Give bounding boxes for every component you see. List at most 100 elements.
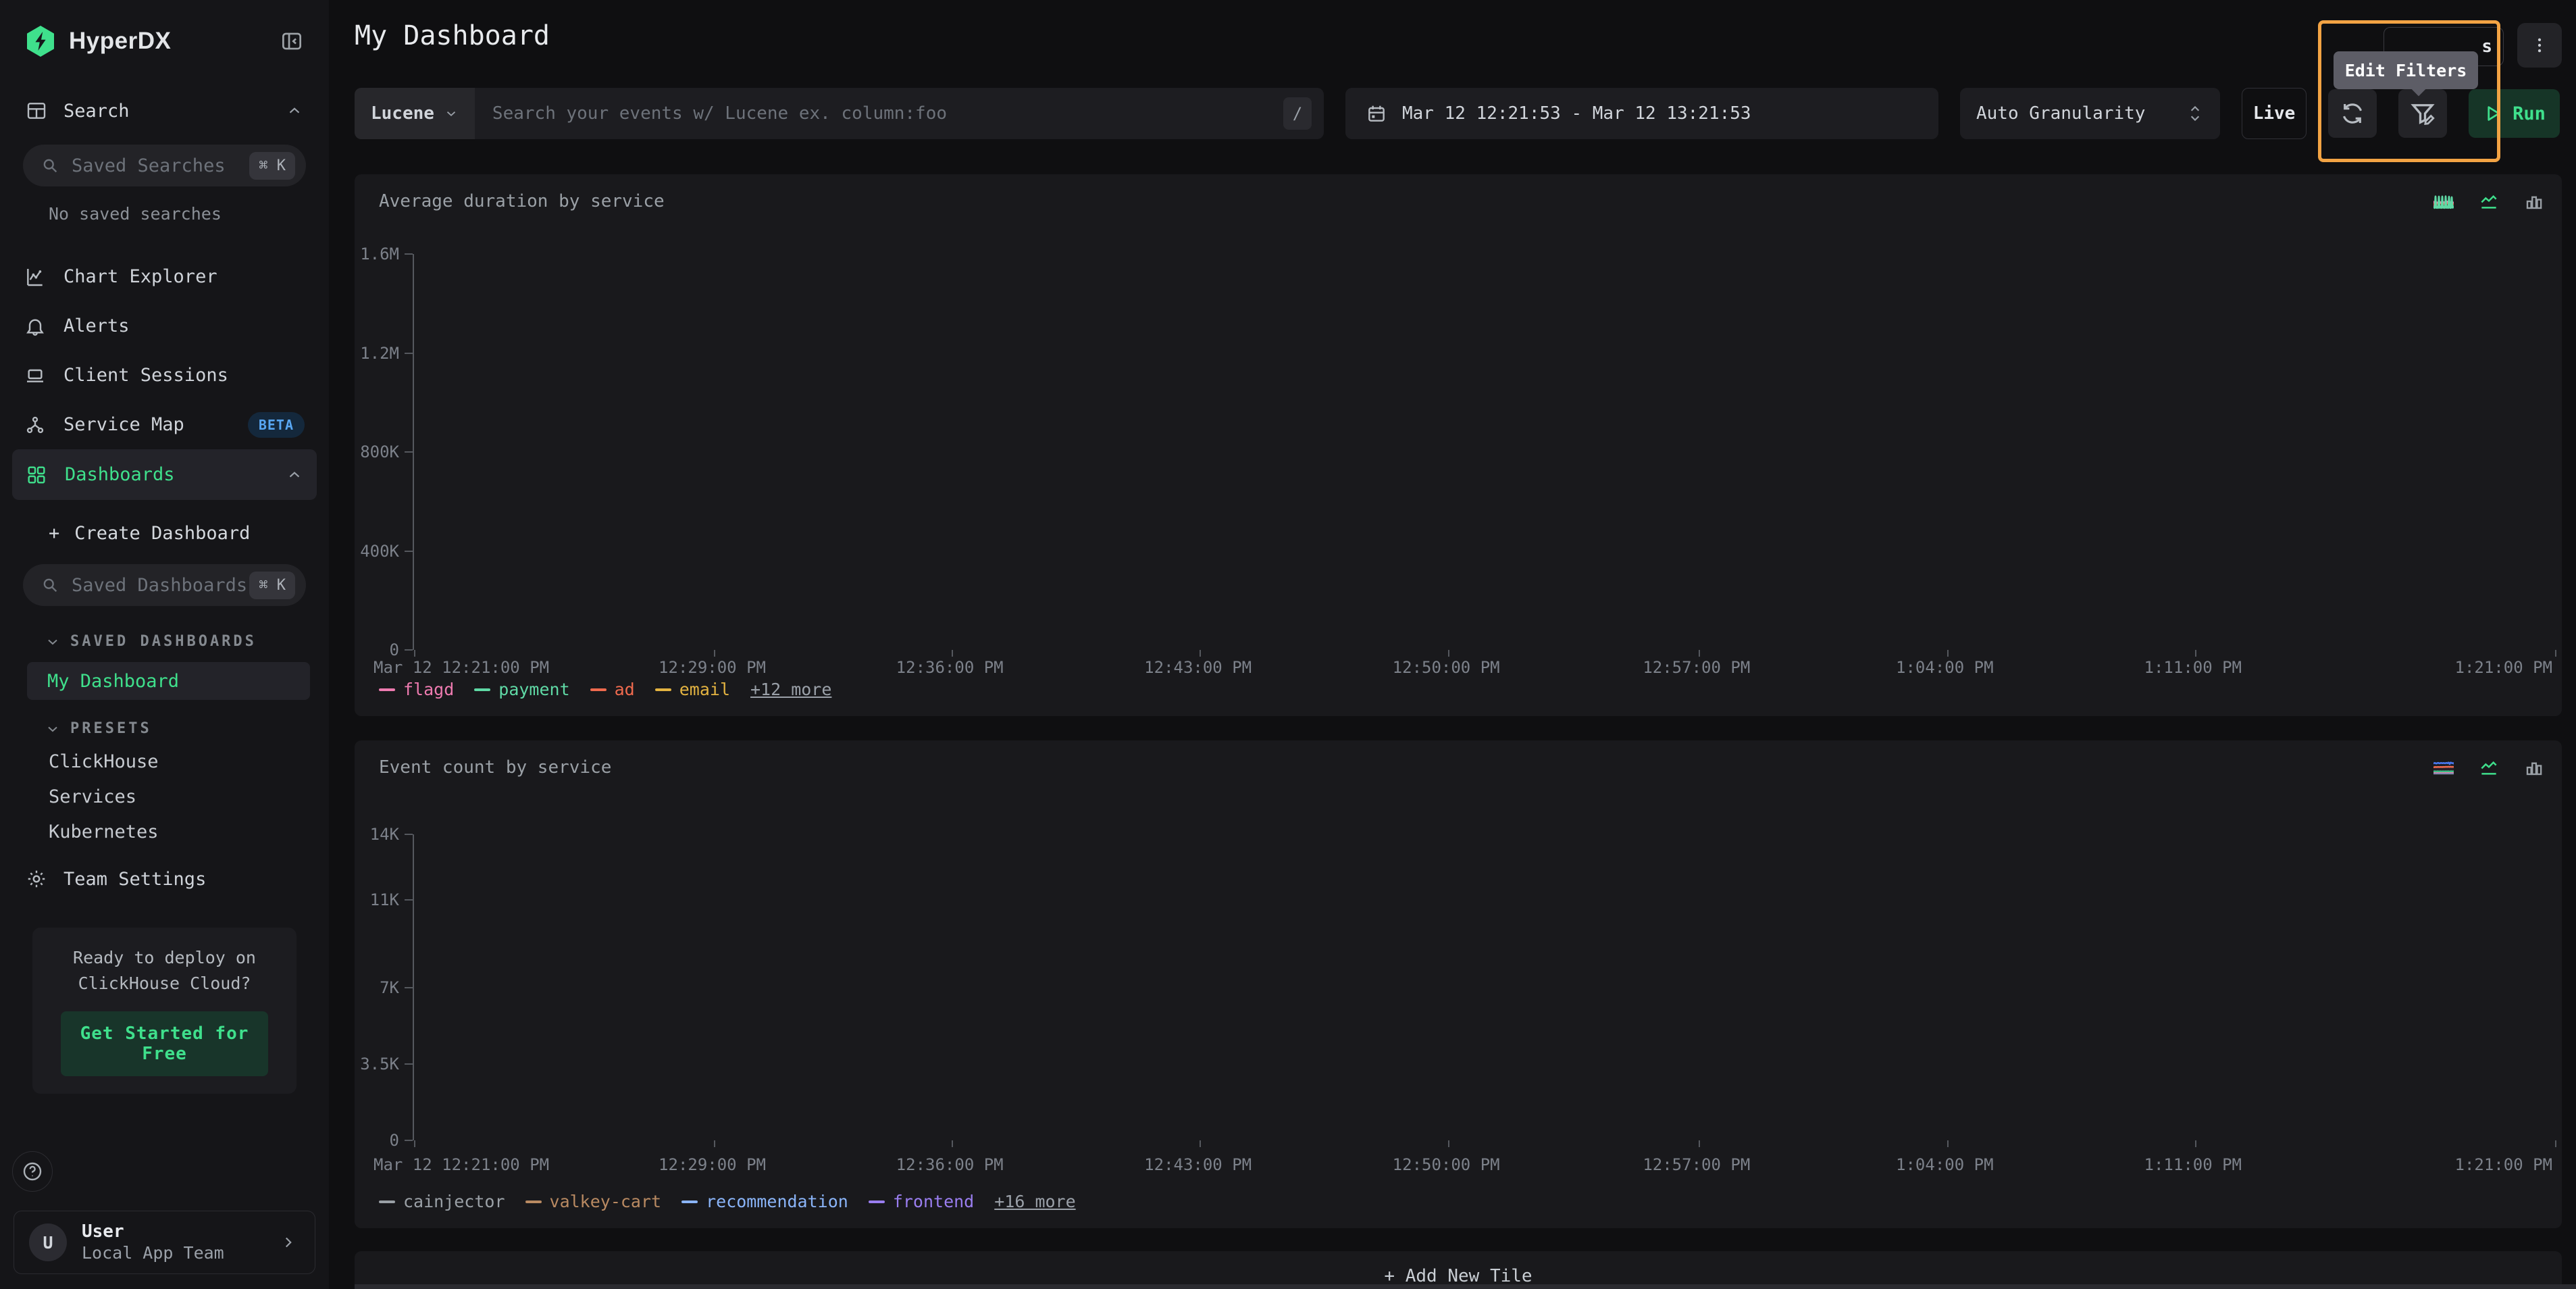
search-section-label: Search xyxy=(63,101,130,122)
y-tick-label: 0 xyxy=(390,640,413,659)
legend-swatch xyxy=(379,688,395,691)
legend-item[interactable]: recommendation xyxy=(681,1192,848,1211)
legend-item[interactable]: valkey-cart xyxy=(525,1192,662,1211)
clickhouse-cloud-card: Ready to deploy on ClickHouse Cloud? Get… xyxy=(32,928,297,1094)
preset-item-services[interactable]: Services xyxy=(49,779,329,814)
user-name: User xyxy=(82,1221,224,1242)
x-tick-label: 1:11:00 PM xyxy=(2144,658,2242,677)
preset-item-kubernetes[interactable]: Kubernetes xyxy=(49,814,329,849)
add-new-tile-button[interactable]: + Add New Tile xyxy=(355,1251,2562,1289)
create-dashboard-button[interactable]: + Create Dashboard xyxy=(49,523,329,544)
legend-item[interactable]: ad xyxy=(590,680,635,699)
x-tick-mark xyxy=(1200,1140,1201,1147)
sidebar-item-search[interactable]: Search xyxy=(0,100,329,122)
chevron-down-icon xyxy=(444,106,459,121)
legend-item[interactable]: email xyxy=(655,680,730,699)
sidebar-item-client-sessions[interactable]: Client Sessions xyxy=(0,351,329,400)
presets-group-header[interactable]: PRESETS xyxy=(45,720,329,737)
preset-label: ClickHouse xyxy=(49,751,159,772)
x-tick-mark xyxy=(414,650,415,657)
time-range-picker[interactable]: Mar 12 12:21:53 - Mar 12 13:21:53 xyxy=(1345,88,1938,139)
live-button[interactable]: Live xyxy=(2242,88,2307,139)
legend-swatch xyxy=(655,688,671,691)
sidebar-item-label: Service Map xyxy=(63,414,184,435)
x-tick-label: 1:21:00 PM xyxy=(2455,658,2553,677)
bell-icon xyxy=(24,315,46,337)
sidebar-item-label: Chart Explorer xyxy=(63,266,217,287)
main-content: My Dashboard Lucene / Mar 12 12:21:53 - … xyxy=(329,0,2576,1289)
x-tick-mark xyxy=(414,1140,415,1147)
sidebar-item-team-settings[interactable]: Team Settings xyxy=(26,868,329,890)
legend-more-link[interactable]: +16 more xyxy=(994,1192,1075,1211)
legend-label: cainjector xyxy=(403,1192,505,1211)
saved-searches-input[interactable] xyxy=(70,155,249,177)
legend-label: email xyxy=(679,680,730,699)
line-chart-icon[interactable] xyxy=(2478,757,2500,778)
x-tick-mark xyxy=(2555,1140,2556,1147)
x-tick-mark xyxy=(2195,1140,2196,1147)
hyperdx-logo-icon xyxy=(24,24,57,58)
time-icon[interactable] xyxy=(2433,191,2454,211)
line-chart-svg xyxy=(414,254,2555,650)
sidebar-item-label: Alerts xyxy=(63,315,130,336)
edit-filters-button[interactable] xyxy=(2398,89,2447,138)
select-updown-icon xyxy=(2186,103,2204,124)
help-button[interactable] xyxy=(12,1151,53,1192)
y-tick-label: 800K xyxy=(360,443,413,461)
sidebar-item-service-map[interactable]: Service Map BETA xyxy=(0,400,329,449)
dashboard-tile: Average duration by service 0400K800K1.2… xyxy=(355,174,2562,716)
refresh-button[interactable] xyxy=(2328,89,2377,138)
legend-more-link[interactable]: +12 more xyxy=(750,680,831,699)
plot-area[interactable] xyxy=(413,254,2555,650)
search-icon xyxy=(41,576,59,595)
play-icon xyxy=(2483,103,2503,124)
avatar: U xyxy=(29,1223,67,1261)
x-tick-mark xyxy=(1947,1140,1949,1147)
chart: 0400K800K1.2M1.6M xyxy=(363,254,2555,650)
x-tick-mark xyxy=(1448,650,1449,657)
bar-chart-icon[interactable] xyxy=(2524,191,2544,211)
x-tick-mark xyxy=(952,1140,953,1147)
filter-edit-icon xyxy=(2408,99,2437,128)
refresh-icon xyxy=(2339,100,2366,127)
legend-item[interactable]: frontend xyxy=(869,1192,974,1211)
legend-item[interactable]: payment xyxy=(474,680,569,699)
legend-item[interactable]: cainjector xyxy=(379,1192,505,1211)
get-started-button[interactable]: Get Started for Free xyxy=(61,1011,268,1076)
event-search-input[interactable] xyxy=(475,103,1283,124)
legend-swatch xyxy=(379,1200,395,1203)
granularity-select[interactable]: Auto Granularity xyxy=(1960,88,2220,139)
chart-explorer-icon xyxy=(24,266,46,288)
run-button[interactable]: Run xyxy=(2469,89,2560,138)
chevron-up-icon[interactable] xyxy=(286,466,303,484)
query-language-select[interactable]: Lucene xyxy=(355,88,475,139)
legend-item[interactable]: flagd xyxy=(379,680,454,699)
more-menu-button[interactable] xyxy=(2517,23,2562,68)
chevron-up-icon[interactable] xyxy=(286,102,303,120)
y-tick-label: 400K xyxy=(360,542,413,561)
line-chart-icon[interactable] xyxy=(2478,191,2500,212)
x-tick-label: Mar 12 12:21:00 PM xyxy=(373,1155,549,1174)
legend: flagd payment ad email +12 more xyxy=(379,680,831,699)
bar-chart-icon[interactable] xyxy=(2524,757,2544,778)
saved-dashboards-group-header[interactable]: SAVED DASHBOARDS xyxy=(45,633,329,650)
time-icon[interactable] xyxy=(2433,757,2454,778)
legend-label: ad xyxy=(615,680,635,699)
filter-bar: Lucene / Mar 12 12:21:53 - Mar 12 13:21:… xyxy=(355,88,2560,139)
x-tick-mark xyxy=(2555,650,2556,657)
sidebar-item-my-dashboard[interactable]: My Dashboard xyxy=(27,662,310,700)
x-tick-mark xyxy=(1947,650,1949,657)
user-menu[interactable]: U User Local App Team xyxy=(14,1211,315,1274)
y-tick-label: 11K xyxy=(370,890,413,909)
x-tick-mark xyxy=(1200,650,1201,657)
team-settings-label: Team Settings xyxy=(63,869,206,890)
preset-item-clickhouse[interactable]: ClickHouse xyxy=(49,744,329,779)
preset-label: Services xyxy=(49,786,136,807)
sidebar-item-dashboards[interactable]: Dashboards xyxy=(12,449,317,500)
sidebar-item-chart-explorer[interactable]: Chart Explorer xyxy=(0,252,329,301)
sidebar-collapse-icon[interactable] xyxy=(279,28,305,54)
saved-dashboards-input[interactable] xyxy=(70,574,249,597)
calendar-icon xyxy=(1366,103,1387,124)
plot-area[interactable] xyxy=(413,834,2555,1140)
sidebar-item-alerts[interactable]: Alerts xyxy=(0,301,329,351)
